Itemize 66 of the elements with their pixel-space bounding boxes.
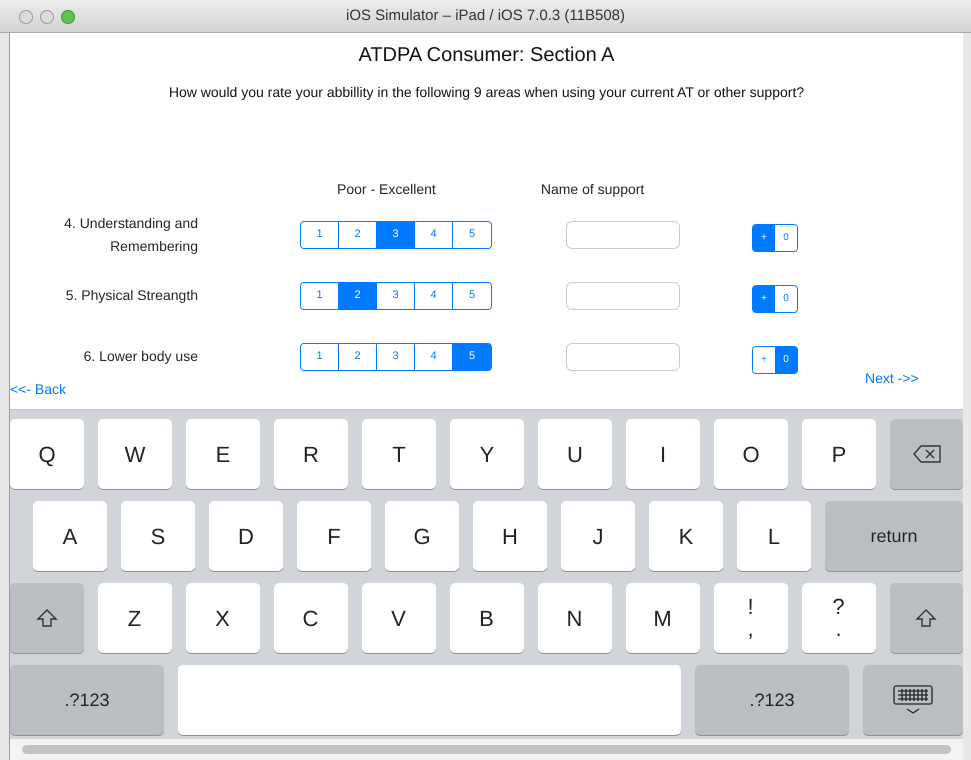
support-name-field[interactable] [566, 220, 680, 248]
key[interactable]: J [561, 501, 635, 571]
key[interactable]: B [450, 583, 524, 653]
key[interactable]: U [538, 419, 612, 489]
key[interactable]: W [98, 419, 172, 489]
key[interactable]: N [538, 583, 612, 653]
rating-segment[interactable]: 1 [301, 282, 339, 308]
rating-segment[interactable]: 1 [301, 344, 339, 370]
key[interactable]: L [737, 501, 811, 571]
key[interactable]: ! , [714, 583, 788, 653]
shift-key[interactable] [10, 583, 84, 653]
rating-segment[interactable]: 2 [339, 282, 377, 308]
backspace-icon [912, 444, 942, 464]
page-title: ATDPA Consumer: Section A [357, 43, 616, 68]
question-label: 4. Understanding and Remembering [64, 214, 198, 254]
back-link[interactable]: <<- Back [10, 379, 66, 400]
delete-key[interactable] [890, 419, 963, 489]
stepper-segment[interactable]: + [753, 224, 775, 250]
rating-segment[interactable]: 1 [301, 222, 339, 248]
shift-key[interactable] [890, 583, 963, 653]
key[interactable]: A [33, 501, 107, 571]
key[interactable]: Q [10, 419, 84, 489]
key[interactable]: .?123 [10, 665, 164, 735]
key[interactable]: F [297, 501, 371, 571]
rating-segment[interactable]: 5 [453, 344, 491, 370]
zoom-window-button[interactable] [61, 10, 75, 24]
stepper-segment[interactable]: 0 [775, 346, 797, 372]
key[interactable]: H [473, 501, 547, 571]
keyboard-hide-icon [891, 684, 935, 716]
scrollbar-thumb[interactable] [22, 745, 951, 754]
column-heading: Poor - Excellent [337, 180, 436, 199]
key[interactable]: R [274, 419, 348, 489]
window-title: iOS Simulator – iPad / iOS 7.0.3 (11B508) [346, 6, 626, 26]
key[interactable]: T [362, 419, 436, 489]
close-window-button[interactable] [19, 10, 33, 24]
key[interactable]: X [186, 583, 260, 653]
key[interactable]: Y [450, 419, 524, 489]
next-link[interactable]: Next ->> [865, 368, 919, 389]
key[interactable]: ? . [802, 583, 876, 653]
key[interactable]: .?123 [695, 665, 849, 735]
minimize-window-button[interactable] [40, 10, 54, 24]
shift-icon [36, 608, 58, 628]
stepper-segment[interactable]: + [753, 286, 775, 312]
key[interactable]: M [626, 583, 700, 653]
question-label: 5. Physical Streangth [66, 287, 198, 303]
key[interactable]: G [385, 501, 459, 571]
key[interactable]: V [362, 583, 436, 653]
key[interactable]: E [186, 419, 260, 489]
key[interactable]: Z [98, 583, 172, 653]
key[interactable]: C [274, 583, 348, 653]
key[interactable]: K [649, 501, 723, 571]
rating-segment[interactable]: 3 [377, 222, 415, 248]
key[interactable]: I [626, 419, 700, 489]
hide-keyboard-key[interactable] [863, 665, 963, 735]
key[interactable]: O [714, 419, 788, 489]
key[interactable]: return [825, 501, 963, 571]
support-name-field[interactable] [566, 342, 680, 370]
space-key[interactable] [178, 665, 681, 735]
shift-icon [915, 608, 938, 628]
question-label: 6. Lower body use [84, 348, 198, 364]
key[interactable]: P [802, 419, 876, 489]
column-heading: Name of support [540, 180, 644, 199]
support-name-field[interactable] [566, 282, 680, 310]
question-text: How would you rate your abbillity in the following 9 areas when using your current AT or other support? [168, 84, 804, 100]
key[interactable]: S [121, 501, 195, 571]
key[interactable]: D [209, 501, 283, 571]
